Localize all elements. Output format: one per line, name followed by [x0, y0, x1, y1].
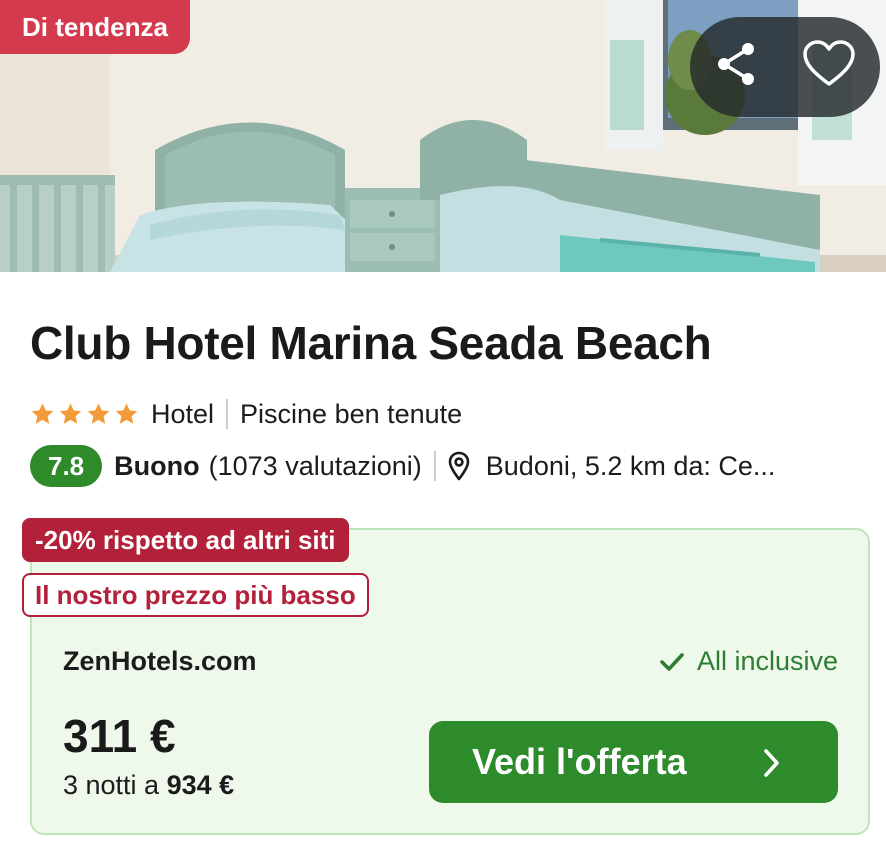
view-offer-button[interactable]: Vedi l'offerta [429, 721, 838, 803]
star-rating [30, 402, 139, 426]
star-icon [115, 403, 138, 424]
favorite-button[interactable] [802, 39, 858, 95]
total-price-line: 3 notti a 934 € [63, 770, 234, 801]
location-pin-icon [448, 451, 470, 481]
share-button[interactable] [712, 39, 768, 95]
review-count[interactable]: (1073 valutazioni) [209, 451, 422, 482]
divider [226, 399, 229, 429]
score-badge: 7.8 [30, 445, 103, 487]
view-offer-label: Vedi l'offerta [472, 741, 687, 782]
trending-badge: Di tendenza [0, 0, 190, 54]
star-icon [31, 403, 54, 424]
star-icon [87, 403, 110, 424]
board-type: All inclusive [659, 646, 838, 677]
lowest-price-badge: Il nostro prezzo più basso [22, 573, 369, 617]
board-type-label: All inclusive [696, 646, 838, 676]
discount-badge: -20% rispetto ad altri siti [22, 518, 349, 562]
nights-prefix: 3 notti a [63, 770, 160, 800]
hotel-photo[interactable]: Di tendenza [0, 0, 886, 272]
star-icon [59, 403, 82, 424]
chevron-right-icon [764, 749, 779, 777]
nightly-price: 311 € [63, 710, 176, 762]
provider-name: ZenHotels.com [63, 646, 257, 676]
rating-location-row: 7.8 Buono (1073 valutazioni) Budoni, 5.2… [30, 444, 870, 488]
location-text[interactable]: Budoni, 5.2 km da: Ce... [486, 451, 776, 482]
divider [433, 451, 436, 481]
hotel-category-row: Hotel Piscine ben tenute [30, 396, 462, 432]
rating-label: Buono [114, 450, 200, 481]
photo-actions [690, 17, 880, 117]
check-icon [660, 652, 684, 671]
total-price: 934 € [166, 770, 235, 800]
hotel-type: Hotel [151, 398, 215, 429]
hotel-name[interactable]: Club Hotel Marina Seada Beach [30, 316, 712, 370]
share-icon [718, 43, 754, 85]
hotel-highlight: Piscine ben tenute [240, 398, 463, 429]
heart-icon [803, 40, 855, 86]
